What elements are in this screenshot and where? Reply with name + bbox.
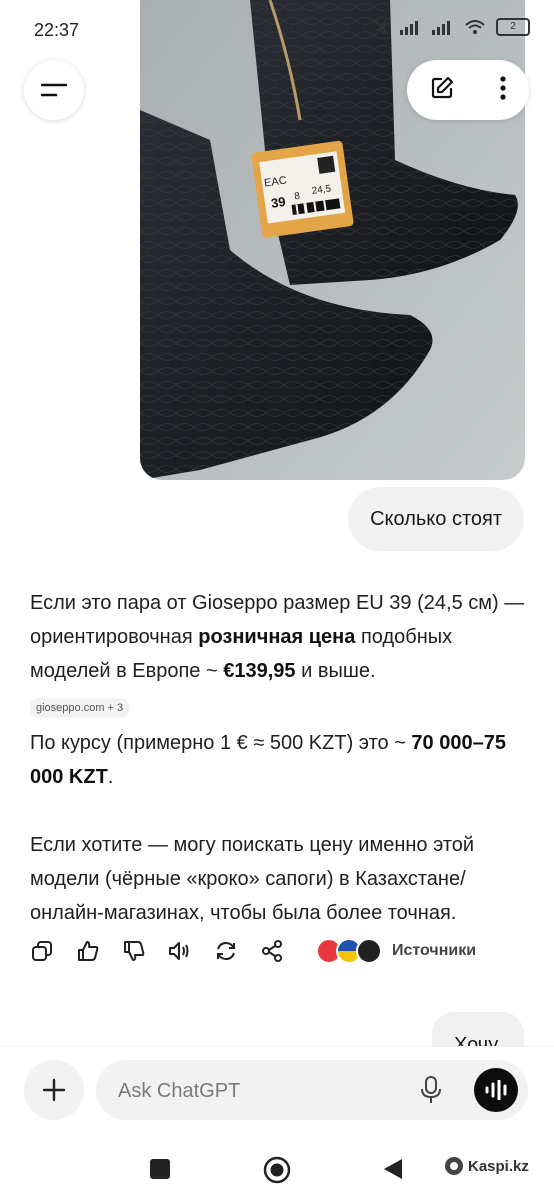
share-icon xyxy=(262,940,282,962)
voice-mode-button[interactable] xyxy=(474,1068,518,1112)
watermark-text: Kaspi.kz xyxy=(468,1157,529,1175)
user-message-text: Сколько стоят xyxy=(370,507,502,530)
source-logo-icon xyxy=(356,938,382,964)
sources-button[interactable]: Источники xyxy=(316,938,476,964)
tag-size: 39 xyxy=(270,194,286,211)
chat-input-box[interactable] xyxy=(96,1060,528,1122)
answer-paragraph-2: По курсу (примерно 1 € ≈ 500 KZT) это ~ … xyxy=(30,726,530,794)
chat-input[interactable] xyxy=(116,1060,400,1122)
plus-icon xyxy=(42,1078,66,1102)
answer-text: и выше. xyxy=(295,660,376,682)
thumbs-up-icon xyxy=(78,941,99,961)
status-time: 22:37 xyxy=(34,20,80,40)
regenerate-icon xyxy=(217,941,235,961)
copy-icon xyxy=(32,941,52,961)
answer-bold: €139,95 xyxy=(223,660,296,682)
answer-paragraph-1: Если это пара от Gioseppo размер EU 39 (… xyxy=(30,586,530,688)
status-icons: 2 xyxy=(372,18,530,36)
mute-icon xyxy=(373,19,389,35)
source-chip[interactable]: gioseppo.com + 3 xyxy=(30,698,130,718)
system-nav-bar: Kaspi.kz xyxy=(0,1131,554,1200)
answer-paragraph-3: Если хотите — могу поискать цену именно … xyxy=(30,834,475,924)
composer xyxy=(0,1046,554,1132)
signal-icon xyxy=(400,21,418,35)
dislike-button[interactable] xyxy=(122,939,146,963)
regenerate-button[interactable] xyxy=(214,939,238,963)
microphone-icon[interactable] xyxy=(420,1076,442,1104)
more-vertical-icon xyxy=(500,75,506,100)
attach-button[interactable] xyxy=(24,1060,84,1120)
wifi-icon xyxy=(465,20,485,34)
message-toolbar: Источники xyxy=(30,934,500,968)
back-button[interactable] xyxy=(382,1157,404,1181)
edit-icon xyxy=(431,76,454,98)
answer-text: . xyxy=(107,766,114,788)
menu-button[interactable] xyxy=(24,60,84,120)
battery-icon: 2 xyxy=(496,18,530,36)
menu-icon xyxy=(41,83,67,97)
copy-button[interactable] xyxy=(30,939,54,963)
thumbs-down-icon xyxy=(124,941,145,961)
edit-button[interactable] xyxy=(429,75,455,106)
like-button[interactable] xyxy=(76,939,100,963)
sources-label: Источники xyxy=(392,942,477,959)
voice-waveform-icon xyxy=(485,1080,507,1100)
recents-button[interactable] xyxy=(150,1159,170,1179)
kaspi-logo-icon xyxy=(445,1157,463,1175)
watermark: Kaspi.kz xyxy=(444,1156,529,1176)
signal-icon xyxy=(432,21,450,35)
more-button[interactable] xyxy=(499,75,507,106)
answer-bold: розничная цена xyxy=(198,626,356,648)
read-aloud-button[interactable] xyxy=(168,939,192,963)
assistant-answer: Если это пара от Gioseppo размер EU 39 (… xyxy=(30,586,530,930)
share-button[interactable] xyxy=(260,939,284,963)
header-actions xyxy=(407,60,529,120)
speaker-icon xyxy=(169,942,189,960)
home-button[interactable] xyxy=(262,1155,292,1185)
answer-text: По курсу (примерно 1 € ≈ 500 KZT) это ~ xyxy=(30,732,412,754)
user-message-bubble[interactable]: Сколько стоят xyxy=(348,487,524,551)
